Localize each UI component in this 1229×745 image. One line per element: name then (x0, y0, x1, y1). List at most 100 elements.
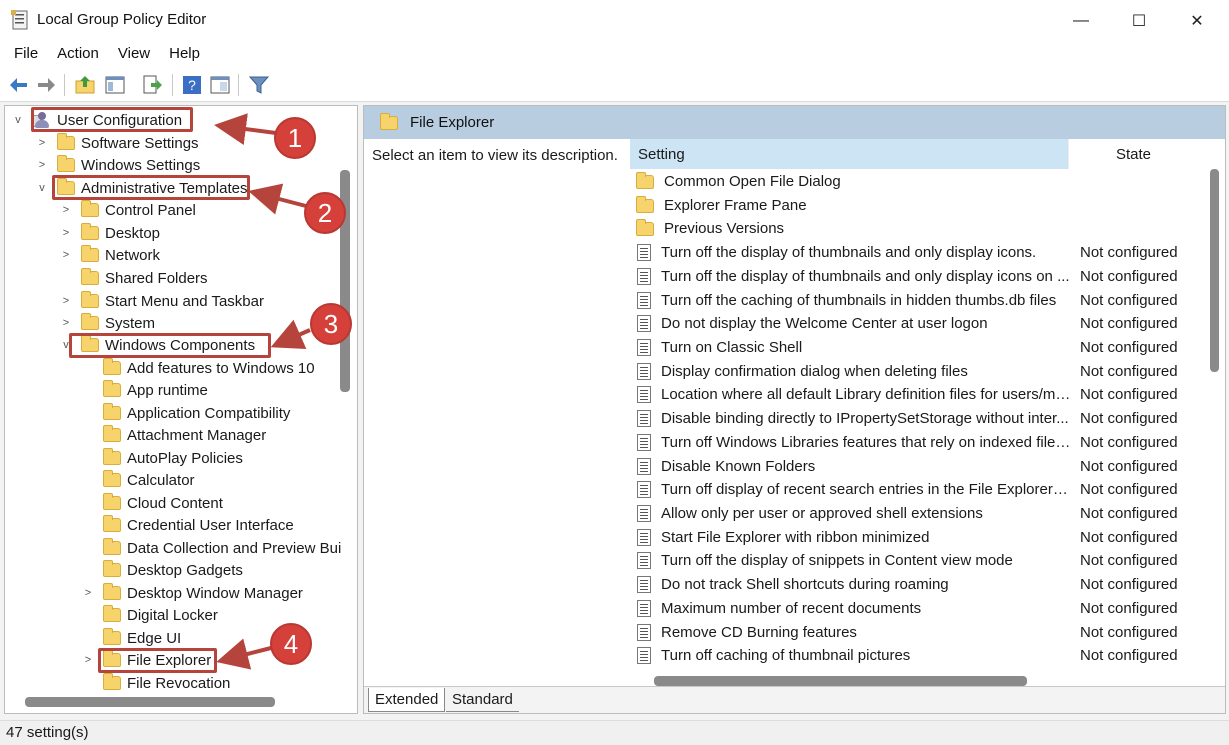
description-text: Select an item to view its description. (372, 147, 618, 164)
back-arrow-icon[interactable] (8, 74, 30, 96)
help-icon[interactable]: ? (181, 74, 203, 96)
setting-name: Disable Known Folders (661, 458, 816, 476)
tab-standard[interactable]: Standard (446, 688, 519, 712)
settings-list[interactable]: Setting State Common Open File Dialog Ex… (630, 139, 1225, 686)
chevron-right-icon[interactable]: > (59, 317, 73, 329)
tree-item-desktop-gadgets[interactable]: Desktop Gadgets (81, 559, 243, 581)
column-header-state[interactable]: State (1068, 139, 1194, 169)
menu-action[interactable]: Action (57, 42, 108, 68)
chevron-right-icon[interactable]: > (59, 295, 73, 307)
tree-item-edge-ui[interactable]: Edge UI (81, 627, 181, 649)
maximize-button[interactable]: ☐ (1110, 0, 1168, 42)
tree-item-label: Desktop (105, 224, 161, 242)
tree-item-cloud-content[interactable]: Cloud Content (81, 492, 223, 514)
tree-item-file-explorer[interactable]: > File Explorer (81, 649, 211, 671)
menu-help[interactable]: Help (169, 42, 209, 68)
tree-item-attachment-manager[interactable]: Attachment Manager (81, 424, 266, 446)
list-item[interactable]: Turn on Classic Shell Not configured (630, 336, 1190, 360)
chevron-right-icon[interactable]: > (81, 654, 95, 666)
menu-file[interactable]: File (14, 42, 47, 68)
tree-item-system[interactable]: > System (59, 312, 155, 334)
tree-item-credential-user-interface[interactable]: Credential User Interface (81, 514, 294, 536)
list-vertical-scrollbar[interactable] (1210, 169, 1219, 372)
list-item[interactable]: Turn off display of recent search entrie… (630, 478, 1190, 502)
list-item[interactable]: Allow only per user or approved shell ex… (630, 502, 1190, 526)
list-item[interactable]: Turn off caching of thumbnail pictures No… (630, 644, 1190, 668)
minimize-button[interactable]: — (1052, 0, 1110, 42)
policy-setting-icon (637, 458, 651, 476)
setting-name: Display confirmation dialog when deletin… (661, 363, 968, 381)
forward-arrow-icon[interactable] (35, 74, 57, 96)
tree-item-file-revocation[interactable]: File Revocation (81, 672, 230, 694)
list-item[interactable]: Do not track Shell shortcuts during roam… (630, 573, 1190, 597)
tree-pane[interactable]: v User Configuration > Software Settings… (4, 105, 358, 714)
chevron-down-icon[interactable]: v (11, 114, 25, 126)
list-item[interactable]: Previous Versions (630, 217, 1190, 241)
list-item[interactable]: Turn off the display of thumbnails and o… (630, 265, 1190, 289)
list-item[interactable]: Turn off the display of thumbnails and o… (630, 241, 1190, 265)
callout-2: 2 (304, 192, 346, 234)
list-item[interactable]: Disable Known Folders Not configured (630, 455, 1190, 479)
list-item[interactable]: Turn off the display of snippets in Cont… (630, 549, 1190, 573)
tree-item-user-configuration[interactable]: v User Configuration (11, 109, 182, 131)
tree-item-start-menu-and-taskbar[interactable]: > Start Menu and Taskbar (59, 290, 264, 312)
tree-item-windows-settings[interactable]: > Windows Settings (35, 154, 200, 176)
menu-view[interactable]: View (118, 42, 159, 68)
tree-item-network[interactable]: > Network (59, 244, 160, 266)
tree-item-data-collection[interactable]: Data Collection and Preview Bui (81, 537, 341, 559)
export-list-icon[interactable] (141, 74, 163, 96)
tree-item-application-compatibility[interactable]: Application Compatibility (81, 402, 290, 424)
details-header: File Explorer (364, 106, 1225, 139)
policy-setting-icon (637, 434, 651, 452)
list-item[interactable]: Disable binding directly to IPropertySet… (630, 407, 1190, 431)
tree-item-control-panel[interactable]: > Control Panel (59, 199, 196, 221)
tree-item-calculator[interactable]: Calculator (81, 469, 195, 491)
chevron-right-icon[interactable]: > (35, 137, 49, 149)
list-item[interactable]: Explorer Frame Pane (630, 194, 1190, 218)
list-item[interactable]: Turn off Windows Libraries features that… (630, 431, 1190, 455)
tree-item-label: Cloud Content (127, 494, 223, 512)
tree-item-digital-locker[interactable]: Digital Locker (81, 604, 218, 626)
show-hide-tree-icon[interactable] (104, 74, 126, 96)
column-header-setting[interactable]: Setting (630, 139, 1068, 169)
policy-setting-icon (637, 386, 651, 404)
list-item[interactable]: Start File Explorer with ribbon minimize… (630, 526, 1190, 550)
up-folder-icon[interactable] (74, 74, 96, 96)
chevron-right-icon[interactable]: > (59, 204, 73, 216)
tree-item-software-settings[interactable]: > Software Settings (35, 132, 199, 154)
list-item[interactable]: Remove CD Burning features Not configured (630, 621, 1190, 645)
chevron-right-icon[interactable]: > (81, 587, 95, 599)
list-item[interactable]: Do not display the Welcome Center at use… (630, 312, 1190, 336)
tree-item-desktop-window-manager[interactable]: > Desktop Window Manager (81, 582, 303, 604)
close-button[interactable]: ✕ (1168, 0, 1226, 42)
folder-icon (81, 268, 99, 285)
chevron-right-icon[interactable]: > (59, 227, 73, 239)
chevron-right-icon[interactable]: > (35, 159, 49, 171)
list-item[interactable]: Maximum number of recent documents Not co… (630, 597, 1190, 621)
folder-icon (103, 628, 121, 645)
tree-item-shared-folders[interactable]: Shared Folders (59, 267, 208, 289)
chevron-down-icon[interactable]: v (35, 182, 49, 194)
folder-icon (57, 155, 75, 172)
properties-icon[interactable] (209, 74, 231, 96)
setting-name: Maximum number of recent documents (661, 600, 922, 618)
chevron-right-icon[interactable]: > (59, 249, 73, 261)
list-item[interactable]: Common Open File Dialog (630, 170, 1190, 194)
tree-item-add-features[interactable]: Add features to Windows 10 (81, 357, 315, 379)
list-item[interactable]: Display confirmation dialog when deletin… (630, 360, 1190, 384)
policy-setting-icon (637, 292, 651, 310)
tree-item-autoplay-policies[interactable]: AutoPlay Policies (81, 447, 243, 469)
list-item[interactable]: Location where all default Library defin… (630, 383, 1190, 407)
tree-horizontal-scrollbar[interactable] (25, 697, 275, 707)
list-item[interactable]: Turn off the caching of thumbnails in hi… (630, 289, 1190, 313)
filter-icon[interactable] (248, 74, 270, 96)
tree-item-app-runtime[interactable]: App runtime (81, 379, 208, 401)
tab-extended[interactable]: Extended (368, 688, 446, 712)
chevron-down-icon[interactable]: v (59, 339, 73, 351)
policy-setting-icon (637, 552, 651, 570)
tree-item-windows-components[interactable]: v Windows Components (59, 334, 255, 356)
tree-item-desktop[interactable]: > Desktop (59, 222, 160, 244)
tree-item-administrative-templates[interactable]: v Administrative Templates (35, 177, 247, 199)
setting-name: Start File Explorer with ribbon minimize… (661, 529, 930, 547)
list-horizontal-scrollbar[interactable] (654, 676, 1027, 686)
